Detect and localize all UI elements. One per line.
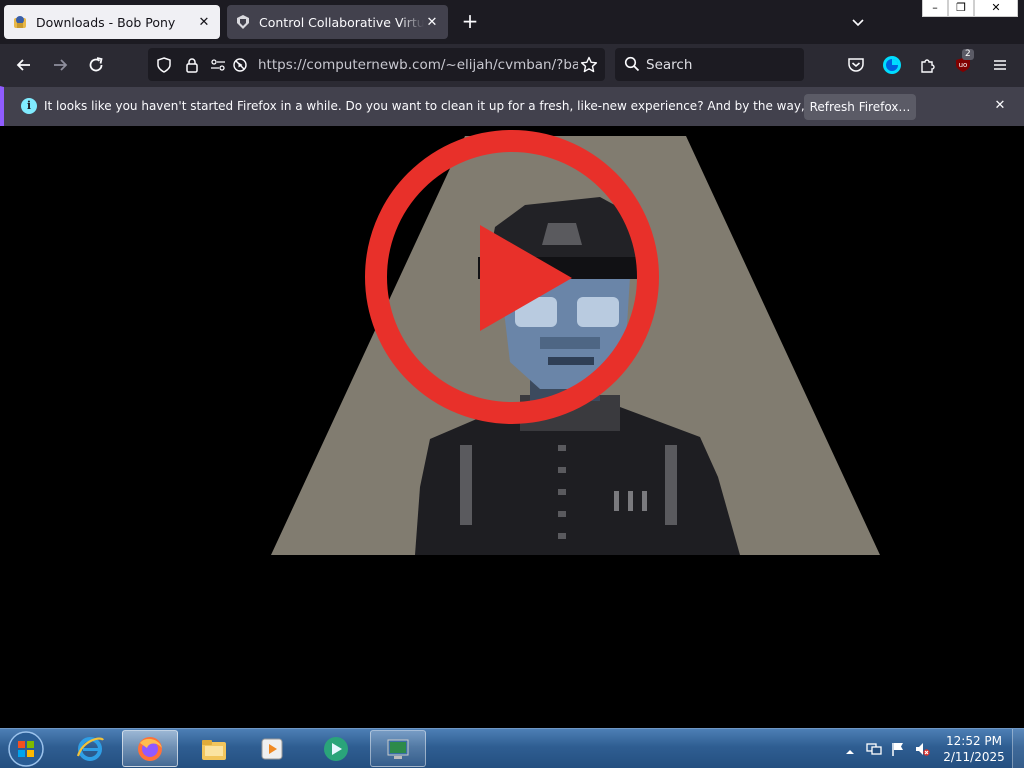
page-content [0,127,1024,728]
cvm-favicon-icon [235,14,251,30]
internet-explorer-icon[interactable] [62,730,118,767]
tab-title: Downloads - Bob Pony [36,14,176,30]
permissions-icon[interactable] [210,57,226,73]
minimize-button[interactable]: – [922,0,948,17]
app-menu-hamburger-icon[interactable] [988,53,1012,77]
autoplay-blocked-icon[interactable] [232,57,248,73]
network-icon[interactable] [866,741,882,757]
tab-downloads[interactable]: Downloads - Bob Pony ✕ [4,5,220,39]
tab-close-icon[interactable]: ✕ [196,15,212,30]
pixel-art-scene [271,130,880,555]
notification-bar: i It looks like you haven't started Fire… [0,86,1024,126]
lock-icon[interactable] [184,57,200,73]
bookmark-star-icon[interactable] [580,56,598,73]
navigation-toolbar: https://computernewb.com/~elijah/cvmban/… [0,44,1024,86]
bob-pony-favicon-icon [12,14,28,30]
refresh-firefox-button[interactable]: Refresh Firefox… [804,94,916,120]
cap-badge [542,223,582,245]
notification-close-icon[interactable]: ✕ [992,98,1008,114]
reload-icon[interactable] [84,53,108,77]
tab-strip: Downloads - Bob Pony ✕ Control Collabora… [0,0,1024,44]
volume-muted-icon[interactable] [914,741,930,757]
forward-arrow-icon[interactable] [48,53,72,77]
pocket-pens [614,491,647,511]
extensions-puzzle-icon[interactable] [916,53,940,77]
tracking-protection-shield-icon[interactable] [156,57,172,73]
face-shadow [540,337,600,349]
file-explorer-icon[interactable] [186,730,242,767]
ublock-extension-icon[interactable]: uo 2 [952,49,976,77]
list-all-tabs-chevron-down-icon[interactable] [848,12,868,32]
url-text: https://computernewb.com/~elijah/cvmban/… [258,57,578,73]
maximize-button[interactable]: ❐ [948,0,974,17]
extension-badge: 2 [962,49,974,60]
computer-window-icon[interactable] [370,730,426,767]
action-center-flag-icon[interactable] [890,741,906,757]
tab-control-vm[interactable]: Control Collaborative Virtual Machines ✕ [227,5,448,39]
close-window-button[interactable]: ✕ [974,0,1018,17]
svg-text:uo: uo [959,61,968,69]
search-placeholder: Search [646,57,693,73]
back-arrow-icon[interactable] [12,53,36,77]
info-icon: i [21,98,37,114]
start-button[interactable] [6,730,46,768]
mouth [548,357,594,365]
pocket-icon[interactable] [844,53,868,77]
search-icon [624,56,640,76]
coat-strap-right [665,445,677,525]
search-bar[interactable]: Search [615,48,804,81]
show-desktop-button[interactable] [1012,729,1024,768]
right-goggle [577,297,619,327]
clock-date: 2/11/2025 [943,750,1005,764]
coat-strap-left [460,445,472,525]
windows-taskbar: 12:52 PM 2/11/2025 [0,728,1024,768]
wmp-icon[interactable] [308,730,364,767]
notification-message: It looks like you haven't started Firefo… [44,99,900,113]
window-controls: – ❐ ✕ [922,0,1018,18]
clock-time: 12:52 PM [946,734,1002,748]
tab-title: Control Collaborative Virtual Machines [259,14,424,30]
account-avatar-icon[interactable] [880,53,904,77]
show-hidden-icons-arrow-icon[interactable] [844,743,860,759]
url-bar[interactable]: https://computernewb.com/~elijah/cvmban/… [148,48,605,81]
system-clock[interactable]: 12:52 PM 2/11/2025 [940,733,1008,765]
new-tab-button[interactable]: + [458,10,482,34]
tab-close-icon[interactable]: ✕ [424,15,440,30]
firefox-taskbar-icon[interactable] [122,730,178,767]
media-player-icon[interactable] [244,730,300,767]
